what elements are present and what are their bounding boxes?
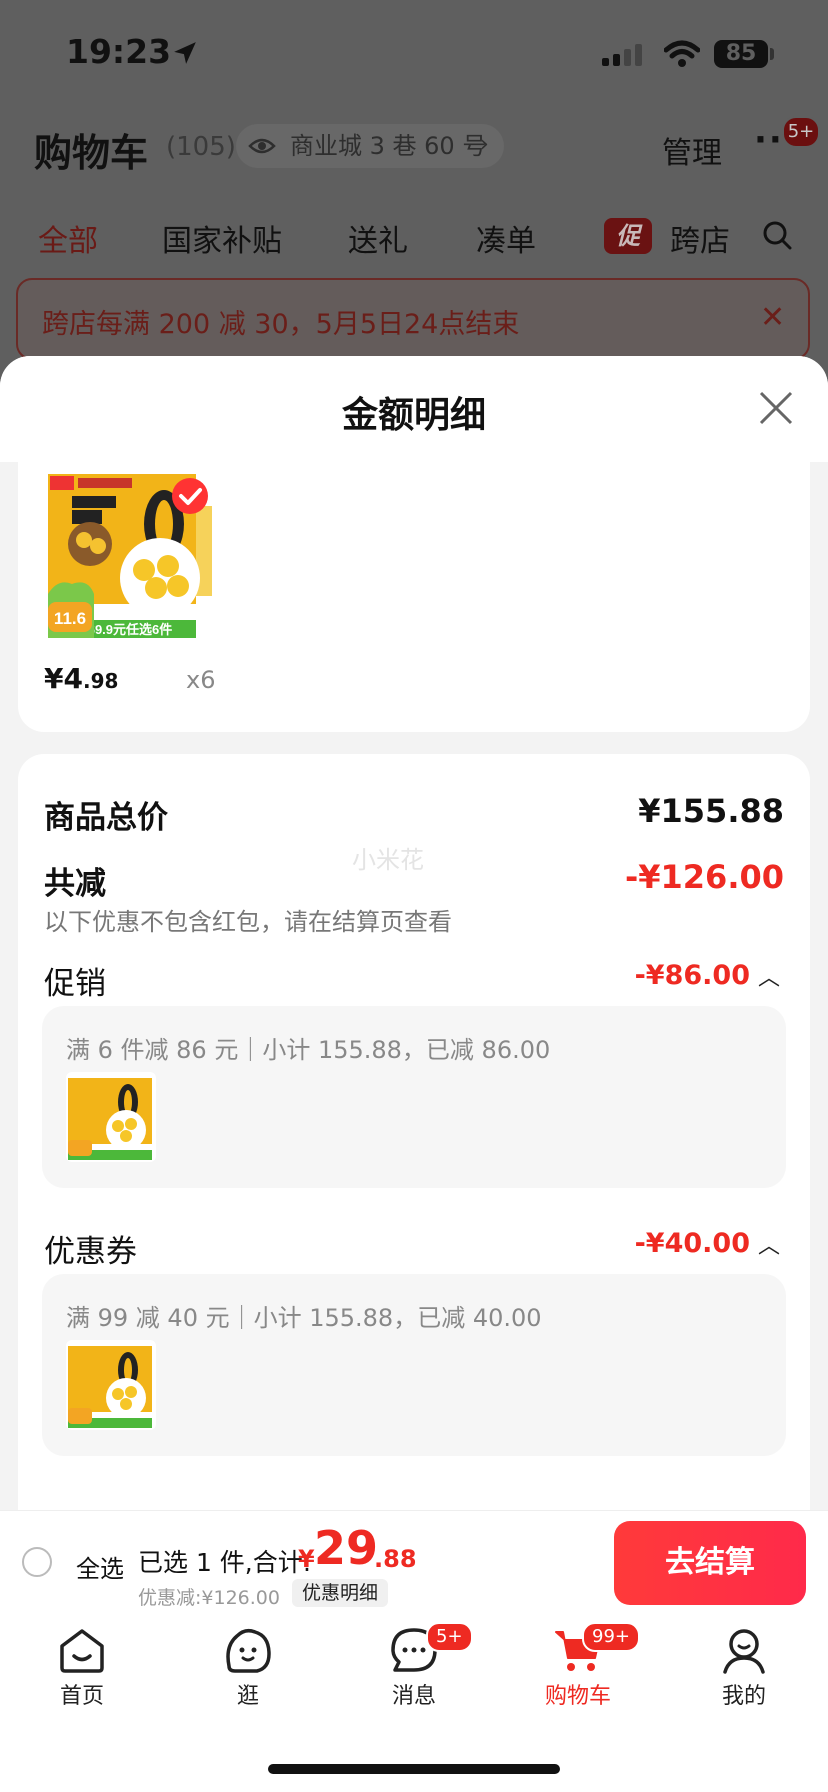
product-price-integer: ¥4 xyxy=(44,662,83,695)
selected-info: 已选 1 件,合计: xyxy=(138,1548,312,1577)
discount-note: 以下优惠不包含红包，请在结算页查看 xyxy=(44,908,452,936)
total-amount-decimal: .88 xyxy=(374,1545,417,1573)
total-amount-integer: 29 xyxy=(314,1521,379,1575)
promotion-value[interactable]: -¥86.00 xyxy=(635,960,750,991)
nav-messages-label: 消息 xyxy=(391,1684,436,1709)
address-text: 商业城 3 巷 60 号 xyxy=(290,132,487,160)
cellular-signal-icon xyxy=(602,44,642,66)
tab-national-subsidy[interactable]: 国家补贴 xyxy=(162,216,282,260)
select-all-label[interactable]: 全选 xyxy=(76,1549,124,1584)
coupon-label[interactable]: 优惠券 xyxy=(44,1226,137,1271)
nav-browse[interactable]: 逛 xyxy=(188,1626,308,1710)
nav-messages[interactable]: 5+ 消息 xyxy=(354,1622,474,1710)
subtotal-value: ¥155.88 xyxy=(638,792,784,830)
cart-badge: 99+ xyxy=(582,1622,640,1652)
discount-detail-button[interactable]: 优惠明细 xyxy=(292,1579,389,1607)
coupon-detail-box: 满 99 减 40 元｜小计 155.88，已减 40.00 xyxy=(42,1274,786,1456)
delivery-address-selector[interactable]: 商业城 3 巷 60 号 xyxy=(236,124,505,168)
nav-home-label: 首页 xyxy=(59,1684,104,1709)
product-price-decimal: .98 xyxy=(82,669,119,693)
nav-cart-label: 购物车 xyxy=(544,1684,611,1709)
wifi-icon xyxy=(664,40,700,67)
checkout-bar: 全选 已选 1 件,合计: ¥ 29 .88 优惠减:¥126.00 优惠明细 … xyxy=(0,1510,828,1613)
total-currency: ¥ xyxy=(298,1545,315,1573)
chevron-right-icon: › xyxy=(480,132,489,157)
status-bar: 19:23 85 xyxy=(0,0,828,110)
search-icon[interactable] xyxy=(762,220,792,250)
tab-all[interactable]: 全部 xyxy=(38,216,98,260)
product-quantity: x6 xyxy=(186,666,216,694)
promotion-label[interactable]: 促销 xyxy=(44,958,106,1003)
nav-profile[interactable]: 我的 xyxy=(684,1626,804,1710)
product-thumbnail[interactable]: 69.9元任选6件 11.6 xyxy=(44,466,216,650)
bottom-tab-bar: 首页 逛 5+ 消息 99+ 购物车 我的 xyxy=(0,1612,828,1792)
close-icon[interactable]: ✕ xyxy=(760,300,785,335)
checkout-button[interactable]: 去结算 xyxy=(614,1521,806,1605)
notification-badge: 5+ xyxy=(782,116,820,148)
tab-gift[interactable]: 送礼 xyxy=(348,216,408,260)
total-discount-value: -¥126.00 xyxy=(624,858,784,896)
product-thumbnail[interactable] xyxy=(66,1072,156,1162)
manage-button[interactable]: 管理 xyxy=(662,128,722,172)
product-thumbnail[interactable] xyxy=(66,1340,156,1430)
status-time: 19:23 xyxy=(66,32,172,71)
battery-indicator: 85 xyxy=(714,40,768,68)
watermark-text: 小米花 xyxy=(352,846,424,874)
selected-items-card: 69.9元任选6件 11.6 ¥4.98 x6 xyxy=(18,462,810,732)
nav-home[interactable]: 首页 xyxy=(22,1626,142,1710)
chevron-up-icon[interactable]: ︿ xyxy=(758,1228,780,1260)
close-icon[interactable] xyxy=(758,390,794,426)
promotion-detail-text: 满 6 件减 86 元｜小计 155.88，已减 86.00 xyxy=(66,1036,551,1064)
promo-banner-text: 跨店每满 200 减 30，5月5日24点结束 xyxy=(42,309,520,340)
product-price-badge: 11.6 xyxy=(54,609,86,628)
messages-badge: 5+ xyxy=(426,1622,473,1652)
product-promo-strip: 69.9元任选6件 xyxy=(88,622,173,637)
product-price: ¥4.98 xyxy=(44,662,118,695)
battery-cap xyxy=(770,48,774,60)
nav-profile-label: 我的 xyxy=(721,1684,766,1709)
profile-icon xyxy=(723,1629,765,1674)
nav-browse-label: 逛 xyxy=(236,1684,259,1709)
home-indicator[interactable] xyxy=(268,1764,560,1774)
nav-cart[interactable]: 99+ 购物车 xyxy=(518,1622,640,1710)
coupon-detail-text: 满 99 减 40 元｜小计 155.88，已减 40.00 xyxy=(66,1304,542,1332)
promotion-detail-box: 满 6 件减 86 元｜小计 155.88，已减 86.00 xyxy=(42,1006,786,1188)
coupon-value[interactable]: -¥40.00 xyxy=(635,1228,750,1259)
location-arrow-icon xyxy=(174,42,196,64)
eye-icon xyxy=(248,138,276,154)
total-discount-label: 共减 xyxy=(44,866,106,902)
cart-item-count: (105) xyxy=(166,132,236,162)
tab-cross-store[interactable]: 跨店 xyxy=(670,216,730,260)
promo-tag-icon: 促 xyxy=(604,218,652,254)
browse-face-icon xyxy=(226,1628,271,1673)
chevron-up-icon[interactable]: ︿ xyxy=(758,960,780,992)
home-icon xyxy=(60,1629,104,1673)
sheet-header: 金额明细 xyxy=(0,356,828,462)
discount-info: 优惠减:¥126.00 xyxy=(138,1587,280,1609)
tab-bundle[interactable]: 凑单 xyxy=(476,216,536,260)
sheet-title: 金额明细 xyxy=(341,395,486,436)
subtotal-label: 商品总价 xyxy=(44,800,168,836)
page-title: 购物车 xyxy=(34,131,149,175)
select-all-checkbox[interactable] xyxy=(22,1547,52,1577)
